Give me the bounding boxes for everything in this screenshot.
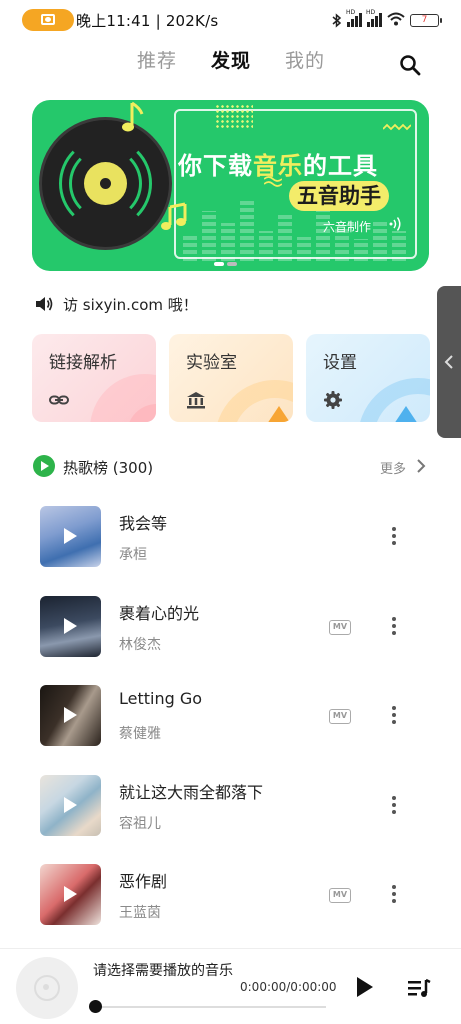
search-icon[interactable] <box>399 54 421 76</box>
dots-decoration <box>215 104 253 128</box>
shortcut-label: 链接解析 <box>49 353 117 373</box>
zigzag-decoration <box>383 123 411 131</box>
play-icon <box>64 618 77 634</box>
tab-recommend[interactable]: 推荐 <box>137 46 177 73</box>
bluetooth-icon <box>332 12 342 28</box>
song-cover[interactable] <box>40 775 101 836</box>
status-bar: 晚上11:41 | 202K/s HD HD 7 <box>0 0 461 40</box>
play-button[interactable] <box>357 977 373 997</box>
tab-discover[interactable]: 发现 <box>211 46 251 73</box>
song-cover[interactable] <box>40 864 101 925</box>
play-icon <box>64 528 77 544</box>
camera-indicator[interactable] <box>22 9 74 31</box>
chevron-left-icon <box>444 355 453 369</box>
more-vertical-icon[interactable] <box>388 617 400 637</box>
song-title: 我会等 <box>119 514 168 533</box>
more-vertical-icon[interactable] <box>388 706 400 726</box>
progress-thumb[interactable] <box>89 1000 102 1013</box>
sound-wave-icon <box>389 217 401 231</box>
mv-badge[interactable]: MV <box>329 620 351 635</box>
tab-mine[interactable]: 我的 <box>285 46 325 73</box>
more-vertical-icon[interactable] <box>388 796 400 816</box>
status-icons: HD HD 7 <box>332 9 442 30</box>
song-artist: 王蓝茵 <box>119 905 161 921</box>
song-row[interactable]: 就让这大雨全都落下 容祖儿 <box>0 775 461 855</box>
mv-badge[interactable]: MV <box>329 709 351 724</box>
shortcut-settings[interactable]: 设置 <box>306 334 430 422</box>
song-artist: 承桓 <box>119 547 147 563</box>
play-icon <box>64 797 77 813</box>
vinyl-record-icon <box>39 117 172 250</box>
play-icon <box>64 707 77 723</box>
signal-icon: HD <box>346 9 362 27</box>
song-artist: 容祖儿 <box>119 816 161 832</box>
hot-list-title: 热歌榜 (300) <box>63 459 154 477</box>
mv-badge[interactable]: MV <box>329 888 351 903</box>
speaker-icon <box>36 297 53 311</box>
chevron-right-icon[interactable] <box>416 459 426 473</box>
song-cover[interactable] <box>40 596 101 657</box>
song-row[interactable]: 恶作剧 王蓝茵 MV <box>0 864 461 944</box>
gear-icon <box>324 391 342 409</box>
more-link[interactable]: 更多 <box>380 458 406 477</box>
shortcut-label: 设置 <box>323 353 357 373</box>
wifi-icon <box>387 11 405 30</box>
link-icon <box>49 395 69 405</box>
notice-text: 访 sixyin.com 哦！ <box>63 295 198 314</box>
song-artist: 林俊杰 <box>119 637 161 653</box>
song-row[interactable]: 我会等 承桓 <box>0 506 461 586</box>
status-time: 晚上11:41 | 202K/s <box>76 12 219 30</box>
mini-player: 请选择需要播放的音乐 0:00:00/0:00:00 <box>0 948 461 1024</box>
bank-icon <box>187 392 205 409</box>
indicator-dot <box>227 262 237 266</box>
song-artist: 蔡健雅 <box>119 726 161 742</box>
side-drawer-handle[interactable] <box>437 286 461 438</box>
indicator-dot-active <box>214 262 224 266</box>
card-decoration <box>267 406 291 422</box>
shortcut-lab[interactable]: 实验室 <box>169 334 293 422</box>
hot-list-header: 热歌榜 (300) 更多 <box>33 455 428 479</box>
song-title: 裹着心的光 <box>119 604 200 623</box>
music-note-icon <box>161 202 187 230</box>
battery-icon: 7 <box>410 13 442 27</box>
card-decoration <box>394 406 418 422</box>
song-cover[interactable] <box>40 506 101 567</box>
wave-decoration <box>264 176 282 187</box>
play-all-icon[interactable] <box>33 455 55 477</box>
song-title: 恶作剧 <box>119 872 168 891</box>
shortcut-link-parse[interactable]: 链接解析 <box>32 334 156 422</box>
more-vertical-icon[interactable] <box>388 527 400 547</box>
top-tabs: 推荐 发现 我的 <box>0 46 461 76</box>
player-time: 0:00:00/0:00:00 <box>240 980 337 994</box>
banner-page-indicator <box>214 262 248 267</box>
progress-track[interactable] <box>95 1006 326 1008</box>
more-vertical-icon[interactable] <box>388 885 400 905</box>
banner-maker: 六音制作 <box>323 220 372 234</box>
player-prompt: 请选择需要播放的音乐 <box>93 963 233 979</box>
camera-icon <box>41 14 55 25</box>
song-title: 就让这大雨全都落下 <box>119 783 264 802</box>
song-row[interactable]: 裹着心的光 林俊杰 MV <box>0 596 461 676</box>
playlist-icon[interactable] <box>407 978 431 998</box>
signal-icon: HD <box>366 9 382 27</box>
album-disc-icon[interactable] <box>16 957 78 1019</box>
song-cover[interactable] <box>40 685 101 746</box>
promo-banner[interactable]: 你下载音乐的工具 五音助手 六音制作 <box>32 100 429 271</box>
play-icon <box>64 886 77 902</box>
shortcut-label: 实验室 <box>186 353 237 373</box>
song-row[interactable]: Letting Go 蔡健雅 MV <box>0 685 461 765</box>
banner-subtitle: 五音助手 <box>289 181 389 211</box>
music-note-icon <box>122 101 144 132</box>
song-title: Letting Go <box>119 689 203 708</box>
notice-bar: 访 sixyin.com 哦！ <box>35 294 198 314</box>
